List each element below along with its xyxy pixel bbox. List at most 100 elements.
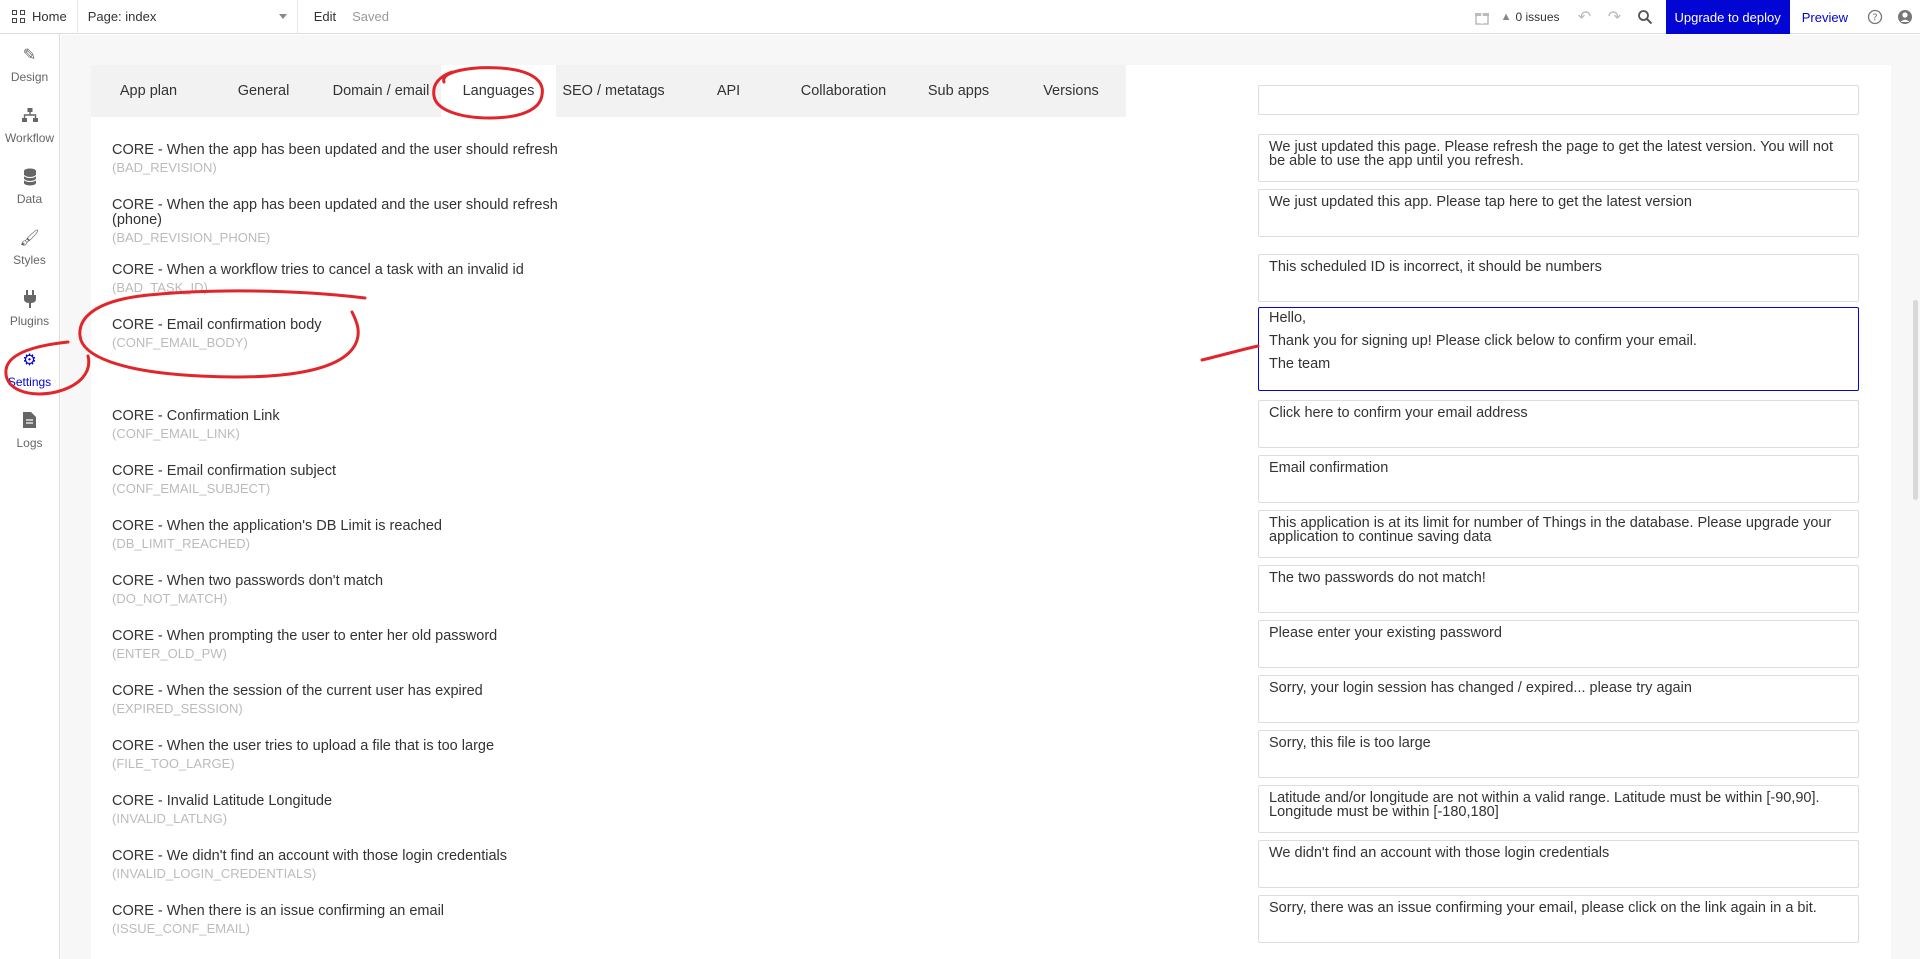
translation-field[interactable]: Click here to confirm your email address — [1258, 400, 1859, 448]
sidebar-item-design[interactable]: ✎ Design — [0, 34, 59, 95]
tab-languages[interactable]: Languages — [441, 65, 556, 117]
undo-icon[interactable]: ↶ — [1570, 0, 1600, 34]
translation-field[interactable]: We just updated this app. Please tap her… — [1258, 189, 1859, 237]
string-description: CORE - When the app has been updated and… — [112, 197, 558, 228]
text-line: Thank you for signing up! Please click b… — [1269, 333, 1697, 349]
help-icon[interactable]: ? — [1860, 0, 1890, 34]
preview-button[interactable]: Preview — [1790, 10, 1860, 25]
tab-versions[interactable]: Versions — [1016, 65, 1126, 117]
settings-tabs: App plan General Domain / email Language… — [91, 65, 1126, 117]
home-button[interactable]: Home — [0, 0, 78, 34]
sidebar-item-plugins[interactable]: Plugins — [0, 278, 59, 339]
translation-field[interactable]: Sorry, there was an issue confirming you… — [1258, 895, 1859, 943]
string-label: CORE - When two passwords don't match (DO… — [112, 573, 592, 607]
string-description: CORE - When the application's DB Limit i… — [112, 518, 442, 534]
string-label: CORE - When there is an issue confirming… — [112, 903, 592, 937]
page-selector-value: Page: index — [87, 9, 157, 24]
string-label: CORE - When the session of the current u… — [112, 684, 592, 717]
grid-icon — [12, 9, 26, 24]
string-description: CORE - When there is an issue confirming… — [112, 903, 445, 919]
sidebar-item-label: Plugins — [9, 313, 50, 328]
translation-field[interactable]: We just updated this page. Please refres… — [1258, 134, 1859, 182]
string-key: (EXPIRED_SESSION) — [112, 701, 243, 716]
main-area: App plan General Domain / email Language… — [61, 35, 1920, 959]
sidebar-item-label: Logs — [16, 435, 43, 450]
string-key: (ISSUE_CONF_EMAIL) — [112, 921, 250, 936]
translation-field[interactable]: Sorry, this file is too large — [1258, 730, 1859, 778]
string-label: CORE - We didn't find an account with th… — [112, 849, 592, 882]
string-key: (INVALID_LATLNG) — [112, 811, 228, 826]
tab-api[interactable]: API — [671, 65, 786, 117]
translation-field[interactable] — [1258, 85, 1859, 115]
sidebar-item-label: Data — [16, 191, 43, 206]
issues-indicator[interactable]: ▲ 0 issues — [1497, 10, 1570, 24]
string-label: CORE - Email confirmation body (CONF_EMAI… — [112, 318, 592, 351]
gear-icon: ⚙ — [22, 351, 37, 369]
sidebar-item-label: Design — [10, 69, 49, 84]
translation-field[interactable]: Email confirmation — [1258, 455, 1859, 503]
translation-field-focused[interactable]: Hello, Thank you for signing up! Please … — [1258, 307, 1859, 391]
string-key: (FILE_TOO_LARGE) — [112, 756, 235, 771]
document-icon — [23, 411, 36, 432]
page-selector[interactable]: Page: index — [78, 0, 298, 34]
string-key: (DB_LIMIT_REACHED) — [112, 536, 250, 551]
string-description: CORE - When prompting the user to enter … — [112, 628, 498, 644]
string-label: CORE - When the app has been updated and… — [112, 197, 592, 246]
string-key: (BAD_REVISION) — [112, 160, 217, 175]
translation-field[interactable]: Latitude and/or longitude are not within… — [1258, 785, 1859, 833]
upgrade-button[interactable]: Upgrade to deploy — [1665, 0, 1790, 34]
save-status: Saved — [352, 9, 389, 24]
translation-field[interactable]: We didn't find an account with those log… — [1258, 840, 1859, 888]
sidebar-item-logs[interactable]: Logs — [0, 400, 59, 461]
gift-icon[interactable] — [1467, 0, 1497, 34]
scrollbar[interactable] — [1913, 300, 1918, 500]
string-description: CORE - Email confirmation subject — [112, 463, 337, 479]
translation-field[interactable]: This application is at its limit for num… — [1258, 510, 1859, 558]
sidebar-item-data[interactable]: Data — [0, 156, 59, 217]
brush-icon: 🖌 — [19, 229, 40, 247]
translation-field[interactable]: This scheduled ID is incorrect, it shoul… — [1258, 254, 1859, 302]
sidebar-item-label: Workflow — [4, 130, 55, 145]
plug-icon — [23, 289, 37, 310]
search-icon[interactable] — [1630, 0, 1660, 34]
settings-panel: App plan General Domain / email Language… — [91, 65, 1891, 959]
string-key: (DO_NOT_MATCH) — [112, 591, 228, 606]
sidebar-item-settings[interactable]: ⚙ Settings — [0, 339, 59, 400]
home-label: Home — [32, 9, 67, 24]
text-line: The team — [1269, 356, 1331, 372]
string-label: CORE - Invalid Latitude Longitude (INVALI… — [112, 794, 592, 827]
tab-sub-apps[interactable]: Sub apps — [901, 65, 1016, 117]
tab-general[interactable]: General — [206, 65, 321, 117]
user-account-icon[interactable] — [1890, 0, 1920, 34]
string-label: CORE - When the user tries to upload a f… — [112, 738, 592, 772]
string-description: CORE - When a workflow tries to cancel a… — [112, 262, 524, 278]
text-line: Hello, — [1269, 310, 1307, 326]
design-icon: ✎ — [22, 46, 37, 64]
translation-field[interactable]: Sorry, your login session has changed / … — [1258, 675, 1859, 723]
sidebar-item-workflow[interactable]: Workflow — [0, 95, 59, 156]
string-description: CORE - When the user tries to upload a f… — [112, 738, 495, 754]
redo-icon[interactable]: ↷ — [1600, 0, 1630, 34]
sidebar-item-label: Settings — [7, 374, 52, 389]
top-bar: Home Page: index Edit Saved ▲ 0 issues ↶… — [0, 0, 1920, 34]
tab-app-plan[interactable]: App plan — [91, 65, 206, 117]
workflow-icon — [21, 107, 39, 127]
edit-menu[interactable]: Edit — [298, 9, 346, 24]
string-label: CORE - Confirmation Link (CONF_EMAIL_LINK… — [112, 409, 592, 442]
translation-field[interactable]: Please enter your existing password — [1258, 620, 1859, 668]
string-key: (INVALID_LOGIN_CREDENTIALS) — [112, 866, 317, 881]
svg-text:?: ? — [1872, 13, 1877, 24]
string-description: CORE - When two passwords don't match — [112, 573, 384, 589]
string-key: (BAD_REVISION_PHONE) — [112, 230, 271, 245]
tab-seo-metatags[interactable]: SEO / metatags — [556, 65, 671, 117]
tab-domain-email[interactable]: Domain / email — [321, 65, 441, 117]
translation-field[interactable]: The two passwords do not match! — [1258, 565, 1859, 613]
string-label: CORE - When the app has been updated and… — [112, 142, 592, 176]
tab-collaboration[interactable]: Collaboration — [786, 65, 901, 117]
string-description: CORE - When the app has been updated and… — [112, 142, 558, 158]
string-key: (CONF_EMAIL_SUBJECT) — [112, 481, 271, 496]
sidebar-item-styles[interactable]: 🖌 Styles — [0, 217, 59, 278]
left-sidebar: ✎ Design Workflow Data 🖌 Styles Plugins … — [0, 34, 60, 959]
issues-count: 0 issues — [1515, 10, 1560, 24]
string-key: (BAD_TASK_ID) — [112, 280, 208, 295]
